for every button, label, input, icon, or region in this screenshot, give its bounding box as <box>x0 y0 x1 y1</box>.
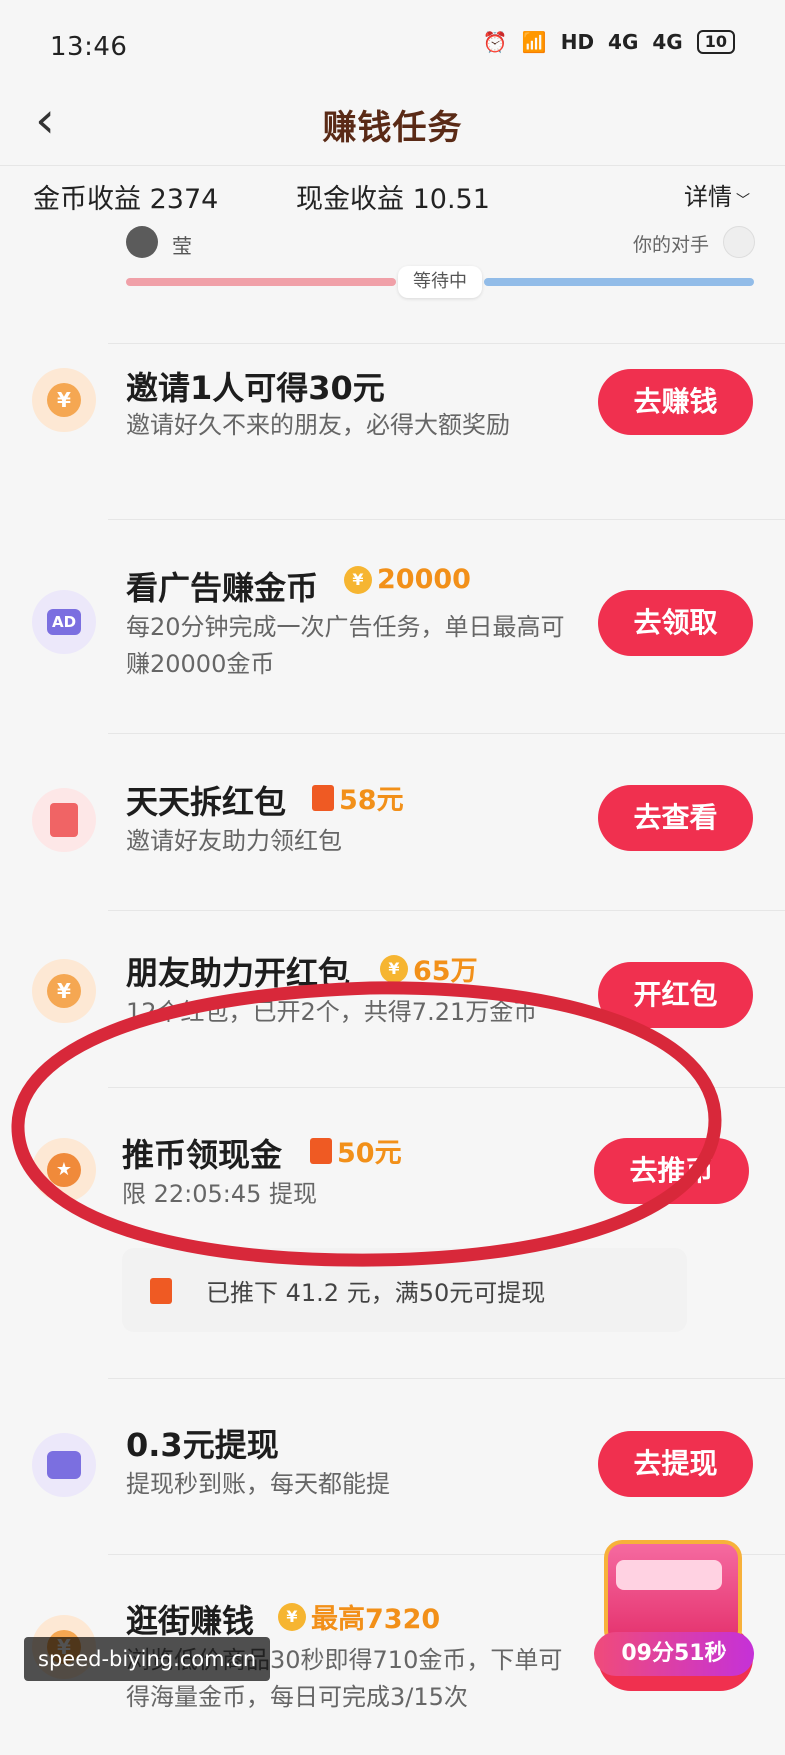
ad-icon: AD <box>32 590 96 654</box>
red-envelope-icon <box>32 788 96 852</box>
battery-icon: 10 <box>696 30 735 54</box>
red-packet-icon <box>150 1278 172 1304</box>
task-push-coin: ★ 推币领现金 50元 限 22:05:45 提现 去推币 已推下 41.2 元… <box>32 1087 785 1378</box>
coin-reward: ¥65万 <box>380 949 478 988</box>
details-label: 详情 <box>684 183 732 211</box>
status-icons: ⏰ 📶 HD 4G 4G 10 <box>483 30 735 54</box>
pk-panel: 莹 你的对手 等待中 <box>0 222 785 322</box>
withdraw-button[interactable]: 去提现 <box>598 1431 753 1497</box>
task-desc: 限 22:05:45 提现 <box>122 1180 318 1208</box>
signal-icon-2: 4G <box>652 30 683 54</box>
wifi-icon: 📶 <box>521 30 547 54</box>
cash-reward: 50元 <box>310 1131 402 1170</box>
earn-money-button[interactable]: 去赚钱 <box>598 369 753 435</box>
wallet-icon <box>32 1433 96 1497</box>
opponent-avatar <box>723 226 755 258</box>
claim-button[interactable]: 去领取 <box>598 590 753 656</box>
star-icon: ★ <box>32 1138 96 1202</box>
page-title: 赚钱任务 <box>322 108 463 148</box>
yen-coin-icon: ¥ <box>32 368 96 432</box>
coin-earnings: 金币收益 2374 <box>33 184 219 215</box>
task-friend-help: ¥ 朋友助力开红包 ¥65万 12个红包，已开2个，共得7.21万金币 开红包 <box>32 910 785 1087</box>
cash-reward: 58元 <box>312 778 404 817</box>
coin-icon: ¥ <box>380 954 408 983</box>
task-desc: 每20分钟完成一次广告任务，单日最高可赚20000金币 <box>126 613 565 678</box>
details-link[interactable]: 详情 ﹀ <box>684 177 750 212</box>
task-red-packet: 天天拆红包 58元 邀请好友助力领红包 去查看 <box>32 733 785 910</box>
yen-coin-icon: ¥ <box>32 959 96 1023</box>
cash-earnings: 现金收益 10.51 <box>296 184 490 215</box>
pk-bar-right <box>484 278 754 286</box>
task-watch-ads: AD 看广告赚金币 ¥20000 每20分钟完成一次广告任务，单日最高可赚200… <box>32 519 785 733</box>
waiting-badge: 等待中 <box>398 266 482 298</box>
coin-reward: ¥20000 <box>344 564 471 595</box>
opponent-label: 你的对手 <box>632 234 709 256</box>
task-desc: 12个红包，已开2个，共得7.21万金币 <box>126 998 538 1026</box>
red-packet-icon <box>312 784 334 811</box>
task-desc: 邀请好友助力领红包 <box>126 827 342 855</box>
avatar <box>126 226 158 258</box>
clock: 13:46 <box>50 32 128 62</box>
user-name: 莹 <box>172 234 192 258</box>
task-withdraw: 0.3元提现 提现秒到账，每天都能提 去提现 <box>32 1378 785 1554</box>
task-title: 逛街赚钱 <box>126 1602 255 1640</box>
push-progress-note: 已推下 41.2 元，满50元可提现 <box>122 1248 687 1332</box>
push-coin-button[interactable]: 去推币 <box>594 1138 749 1204</box>
task-title: 天天拆红包 <box>126 783 287 821</box>
task-title: 邀请1人可得30元 <box>126 369 385 407</box>
status-bar: 13:46 ⏰ 📶 HD 4G 4G 10 <box>0 0 785 95</box>
task-title: 朋友助力开红包 <box>126 954 351 992</box>
earnings-header: 金币收益 2374 现金收益 10.51 详情 ﹀ <box>0 172 785 222</box>
task-desc: 邀请好久不来的朋友，必得大额奖励 <box>126 411 510 439</box>
nav-bar: ‹ 赚钱任务 <box>0 95 785 166</box>
alarm-icon: ⏰ <box>482 30 508 54</box>
coin-icon: ¥ <box>278 1602 306 1631</box>
treasure-chest-icon[interactable] <box>594 1540 754 1700</box>
view-button[interactable]: 去查看 <box>598 785 753 851</box>
open-packet-button[interactable]: 开红包 <box>598 962 753 1028</box>
task-title: 推币领现金 <box>122 1136 283 1174</box>
pk-bar-left <box>126 278 396 286</box>
coin-icon: ¥ <box>344 565 372 594</box>
chevron-down-icon: ﹀ <box>736 193 750 209</box>
task-title: 看广告赚金币 <box>126 569 319 607</box>
hd-label: HD <box>560 30 595 54</box>
countdown-timer: 09分51秒 <box>594 1632 754 1676</box>
coin-reward: ¥ 最高7320 <box>278 1597 440 1636</box>
task-title: 0.3元提现 <box>126 1426 279 1464</box>
task-invite: ¥ 邀请1人可得30元 邀请好久不来的朋友，必得大额奖励 去赚钱 <box>32 343 785 519</box>
signal-icon-1: 4G <box>608 30 639 54</box>
task-desc: 提现秒到账，每天都能提 <box>126 1470 390 1498</box>
watermark: speed-biying.com.cn <box>24 1637 271 1681</box>
red-packet-icon <box>310 1137 332 1164</box>
